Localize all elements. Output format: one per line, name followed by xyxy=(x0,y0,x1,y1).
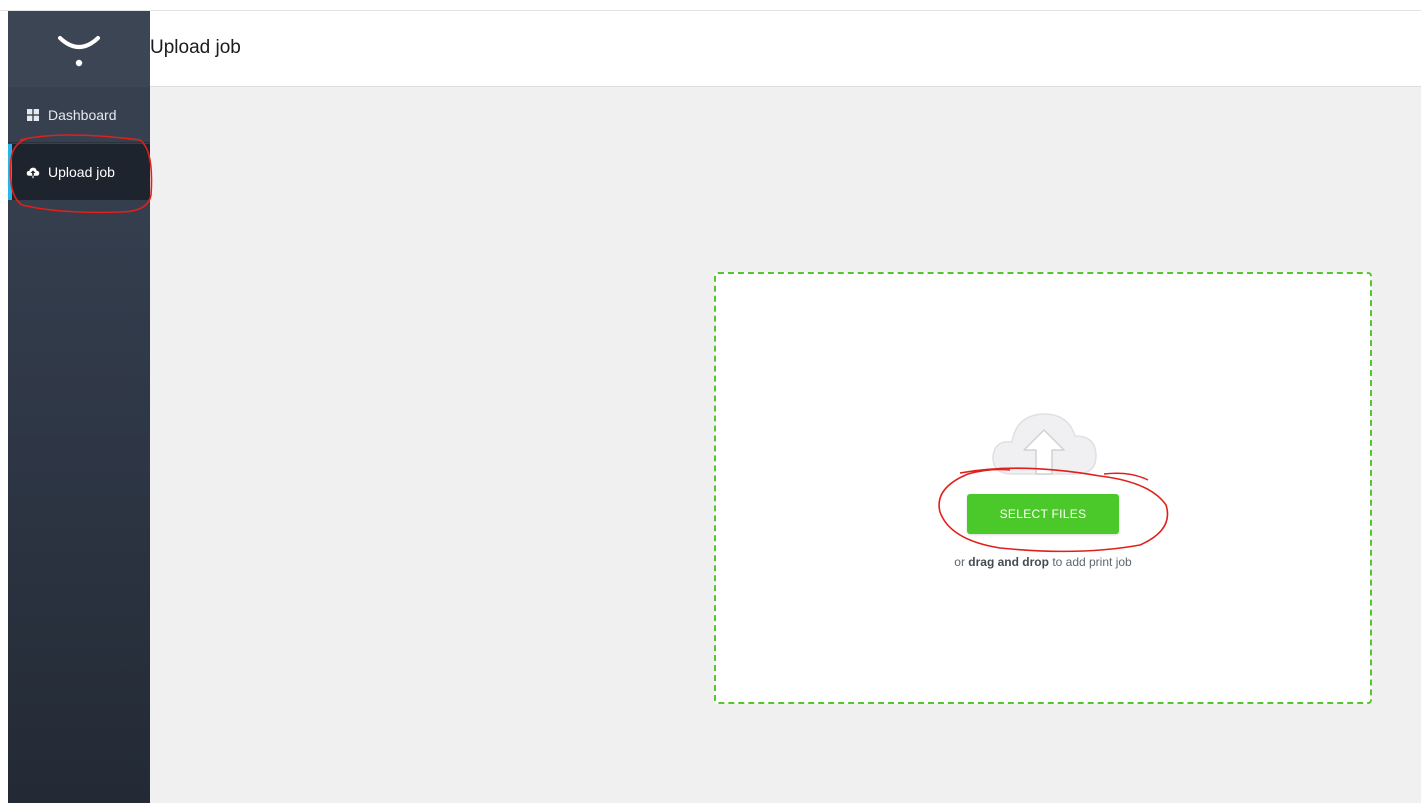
sidebar-item-upload-job[interactable]: Upload job xyxy=(8,144,150,200)
cloud-upload-icon xyxy=(26,165,40,179)
select-files-button[interactable]: SELECT FILES xyxy=(967,494,1119,534)
file-dropzone[interactable]: SELECT FILES or drag and drop to add pri… xyxy=(714,272,1372,704)
sidebar-item-dashboard[interactable]: Dashboard xyxy=(8,87,150,143)
sidebar-item-label: Upload job xyxy=(48,164,115,180)
hint-prefix: or xyxy=(954,555,965,569)
hint-suffix: to add print job xyxy=(1052,555,1132,569)
sidebar: Dashboard Upload job xyxy=(8,11,150,803)
page-title: Upload job xyxy=(150,37,241,58)
sidebar-item-label: Dashboard xyxy=(48,106,117,123)
hint-emphasis: drag and drop xyxy=(968,555,1049,569)
grid-icon xyxy=(26,108,40,122)
cloud-upload-icon xyxy=(992,413,1097,475)
main-content: SELECT FILES or drag and drop to add pri… xyxy=(150,87,1421,803)
left-gutter xyxy=(0,11,8,803)
drag-and-drop-hint: or drag and drop to add print job xyxy=(716,555,1370,569)
smile-logo-icon xyxy=(58,36,100,67)
top-border xyxy=(0,0,1421,11)
header: Upload job xyxy=(150,11,1421,87)
page: Dashboard Upload job Upload job SELECT F… xyxy=(0,0,1421,803)
app-logo[interactable] xyxy=(8,11,150,87)
